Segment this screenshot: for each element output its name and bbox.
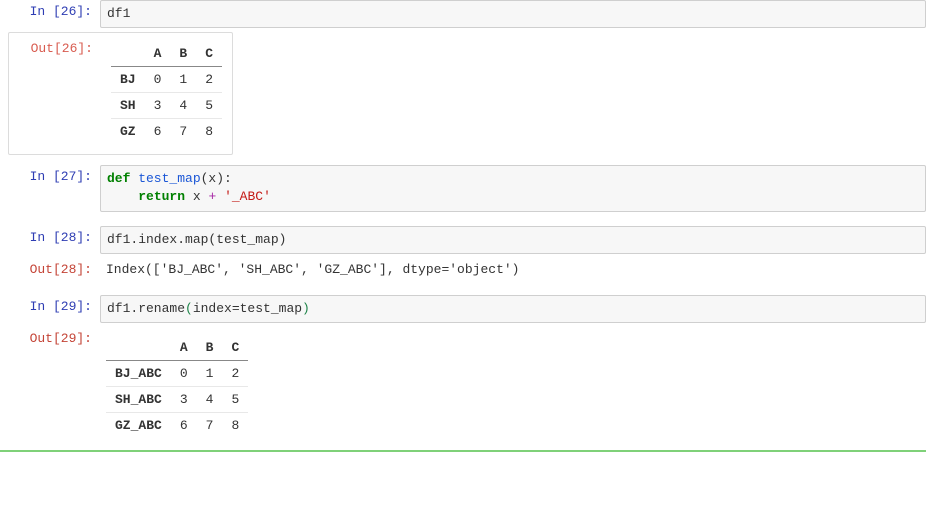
paren-close: ) [302, 301, 310, 316]
cell-value: 6 [145, 119, 171, 145]
cell-value: 8 [222, 412, 248, 438]
row-index: SH_ABC [106, 386, 171, 412]
cell-value: 6 [171, 412, 197, 438]
code-input-27[interactable]: def test_map(x): return x + '_ABC' [100, 165, 926, 211]
table-row: SH_ABC 3 4 5 [106, 386, 248, 412]
code-input-29[interactable]: df1.rename(index=test_map) [100, 295, 926, 323]
code-text [216, 189, 224, 204]
table-row: GZ 6 7 8 [111, 119, 222, 145]
table-row: BJ_ABC 0 1 2 [106, 360, 248, 386]
col-header: C [196, 41, 222, 67]
table-row: SH 3 4 5 [111, 93, 222, 119]
dataframe-table-26: A B C BJ 0 1 2 SH 3 4 5 [111, 41, 222, 144]
output-cell-29: Out[29]: A B C BJ_ABC 0 1 2 SH_ABC [0, 327, 926, 442]
col-header: B [197, 335, 223, 361]
row-index: GZ_ABC [106, 412, 171, 438]
output-cell-28: Out[28]: Index(['BJ_ABC', 'SH_ABC', 'GZ_… [0, 258, 926, 281]
col-header: A [171, 335, 197, 361]
out-prompt-26: Out[26]: [9, 33, 101, 60]
cell-value: 0 [171, 360, 197, 386]
table-row: GZ_ABC 6 7 8 [106, 412, 248, 438]
input-cell-26: In [26]: df1 [0, 0, 926, 28]
input-cell-27: In [27]: def test_map(x): return x + '_A… [0, 165, 926, 211]
cell-value: 1 [170, 67, 196, 93]
output-cell-26: Out[26]: A B C BJ 0 1 2 SH 3 [0, 32, 926, 155]
row-index: BJ [111, 67, 145, 93]
col-header: B [170, 41, 196, 67]
cell-value: 4 [197, 386, 223, 412]
cell-value: 5 [222, 386, 248, 412]
cell-value: 5 [196, 93, 222, 119]
cell-value: 0 [145, 67, 171, 93]
cell-value: 7 [197, 412, 223, 438]
out-prompt-29: Out[29]: [0, 327, 100, 350]
col-header: A [145, 41, 171, 67]
cell-value: 3 [171, 386, 197, 412]
keyword-def: def [107, 171, 130, 186]
in-prompt-28: In [28]: [0, 226, 100, 249]
text-output-28: Index(['BJ_ABC', 'SH_ABC', 'GZ_ABC'], dt… [100, 258, 926, 281]
cell-value: 7 [170, 119, 196, 145]
dataframe-output-29: A B C BJ_ABC 0 1 2 SH_ABC 3 4 5 [100, 327, 926, 442]
string-literal: '_ABC' [224, 189, 271, 204]
keyword-return: return [138, 189, 185, 204]
in-prompt-26: In [26]: [0, 0, 100, 23]
paren-open: ( [185, 301, 193, 316]
code-input-28[interactable]: df1.index.map(test_map) [100, 226, 926, 254]
code-text: x [185, 189, 208, 204]
code-input-26[interactable]: df1 [100, 0, 926, 28]
row-index: SH [111, 93, 145, 119]
table-header-row: A B C [111, 41, 222, 67]
cell-value: 8 [196, 119, 222, 145]
in-prompt-27: In [27]: [0, 165, 100, 188]
cell-value: 3 [145, 93, 171, 119]
row-index: GZ [111, 119, 145, 145]
code-text: df1.rename [107, 301, 185, 316]
cell-value: 2 [222, 360, 248, 386]
corner-cell [111, 41, 145, 67]
cell-value: 1 [197, 360, 223, 386]
out-prompt-28: Out[28]: [0, 258, 100, 281]
input-cell-29: In [29]: df1.rename(index=test_map) [0, 295, 926, 323]
table-row: BJ 0 1 2 [111, 67, 222, 93]
func-sig: (x): [201, 171, 232, 186]
dataframe-table-29: A B C BJ_ABC 0 1 2 SH_ABC 3 4 5 [106, 335, 248, 438]
input-cell-28: In [28]: df1.index.map(test_map) [0, 226, 926, 254]
corner-cell [106, 335, 171, 361]
divider-bottom [0, 450, 926, 452]
table-header-row: A B C [106, 335, 248, 361]
cell-value: 4 [170, 93, 196, 119]
in-prompt-29: In [29]: [0, 295, 100, 318]
func-name: test_map [130, 171, 200, 186]
col-header: C [222, 335, 248, 361]
code-text: index=test_map [193, 301, 302, 316]
row-index: BJ_ABC [106, 360, 171, 386]
cell-value: 2 [196, 67, 222, 93]
